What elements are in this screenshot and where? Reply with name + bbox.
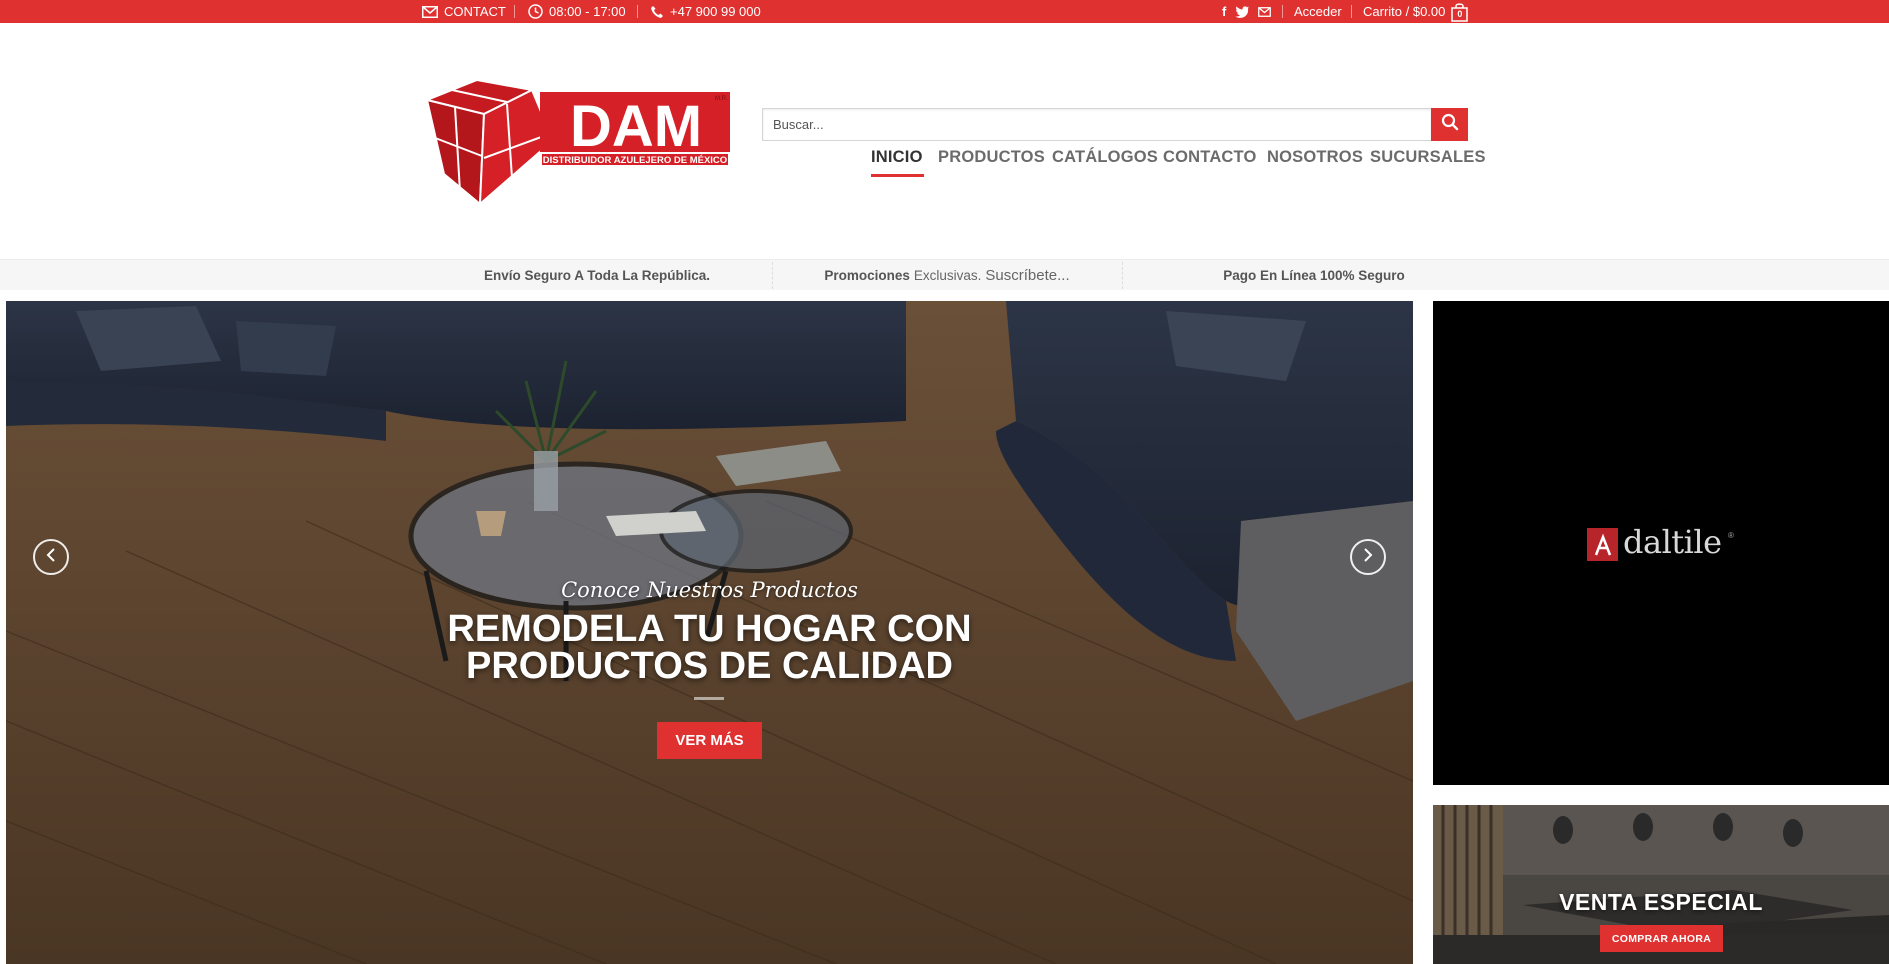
- feature-shipping: Envío Seguro A Toda La República.: [422, 260, 772, 291]
- hero-cta-button[interactable]: VER MÁS: [657, 722, 762, 759]
- promo-title: VENTA ESPECIAL: [1559, 889, 1763, 915]
- nav-contacto[interactable]: CONTACTO: [1163, 148, 1257, 167]
- hero-kicker: Conoce Nuestros Productos: [561, 578, 858, 602]
- features-bar: Envío Seguro A Toda La República. Promoc…: [0, 259, 1889, 290]
- login-label: Acceder: [1294, 4, 1342, 19]
- chevron-left-icon: [44, 547, 58, 568]
- feature-promo-bold: Promociones: [824, 268, 910, 283]
- site-logo[interactable]: DAM M.R. DISTRIBUIDOR AZULEJERO DE MÉXIC…: [422, 78, 732, 207]
- cart-count: 0: [1457, 8, 1463, 19]
- logo-mark: M.R.: [715, 96, 728, 102]
- daltile-logo-mark: [1587, 528, 1618, 561]
- hours-text: 08:00 - 17:00: [549, 4, 626, 19]
- chevron-right-icon: [1361, 547, 1375, 568]
- nav-active-underline: [871, 174, 924, 177]
- feature-payment-text: Pago En Línea 100% Seguro: [1223, 268, 1405, 283]
- twitter-icon[interactable]: [1235, 5, 1250, 18]
- nav-nosotros[interactable]: NOSOTROS: [1267, 148, 1363, 167]
- separator: [514, 5, 515, 18]
- slider-prev-button[interactable]: [33, 539, 69, 575]
- login-link[interactable]: Acceder: [1294, 0, 1342, 23]
- separator: [1351, 5, 1352, 18]
- feature-payment: Pago En Línea 100% Seguro: [1122, 260, 1506, 291]
- brand-registered: ®: [1728, 531, 1734, 540]
- search-bar: [762, 108, 1468, 141]
- cart-link[interactable]: Carrito / $0.00 0: [1363, 0, 1469, 23]
- email-icon[interactable]: [1258, 6, 1272, 17]
- hero-headline-line1: REMODELA TU HOGAR CON: [447, 608, 972, 650]
- search-button[interactable]: [1431, 108, 1468, 141]
- hero-divider: [694, 697, 724, 700]
- envelope-icon: [422, 5, 438, 18]
- separator: [1282, 5, 1283, 18]
- slider-next-button[interactable]: [1350, 539, 1386, 575]
- promo-cta-button[interactable]: COMPRAR AHORA: [1600, 925, 1723, 952]
- social-links: f: [1222, 0, 1272, 23]
- cart-bag-icon: 0: [1451, 2, 1469, 22]
- separator: [637, 5, 638, 18]
- subscribe-link[interactable]: Suscríbete...: [985, 267, 1069, 284]
- search-input[interactable]: [762, 108, 1432, 141]
- promo-cta-label: COMPRAR AHORA: [1611, 932, 1712, 945]
- hero-headline-line2: PRODUCTOS DE CALIDAD: [466, 645, 953, 687]
- phone-text: +47 900 99 000: [670, 4, 761, 19]
- top-bar: CONTACT 08:00 - 17:00 +47 900 99 000 f A…: [0, 0, 1889, 23]
- contact-label: CONTACT: [444, 4, 506, 19]
- nav-inicio[interactable]: INICIO: [871, 148, 923, 167]
- clock-icon: [528, 4, 543, 19]
- nav-productos[interactable]: PRODUCTOS: [938, 148, 1045, 167]
- contact-link[interactable]: CONTACT: [422, 0, 506, 23]
- feature-promo-text: Exclusivas.: [913, 268, 982, 283]
- hours-item: 08:00 - 17:00: [528, 0, 626, 23]
- brand-banner[interactable]: daltile ®: [1433, 301, 1889, 785]
- brand-name: daltile: [1623, 523, 1722, 561]
- nav-sucursales[interactable]: SUCURSALES: [1370, 148, 1486, 167]
- feature-promotions: Promociones Exclusivas. Suscríbete...: [772, 260, 1122, 291]
- main-nav: INICIO PRODUCTOS CATÁLOGOS CONTACTO NOSO…: [0, 148, 1889, 178]
- facebook-icon[interactable]: f: [1222, 4, 1226, 19]
- hero-headline: REMODELA TU HOGAR CON PRODUCTOS DE CALID…: [6, 608, 1413, 687]
- promo-banner[interactable]: VENTA ESPECIAL COMPRAR AHORA: [1433, 805, 1889, 964]
- nav-catalogos[interactable]: CATÁLOGOS: [1052, 148, 1158, 167]
- search-icon: [1441, 113, 1459, 136]
- phone-icon: [650, 5, 664, 19]
- hero-cta-label: VER MÁS: [675, 732, 744, 749]
- phone-link[interactable]: +47 900 99 000: [650, 0, 761, 23]
- cart-label: Carrito / $0.00: [1363, 4, 1446, 19]
- feature-shipping-text: Envío Seguro A Toda La República.: [483, 268, 711, 283]
